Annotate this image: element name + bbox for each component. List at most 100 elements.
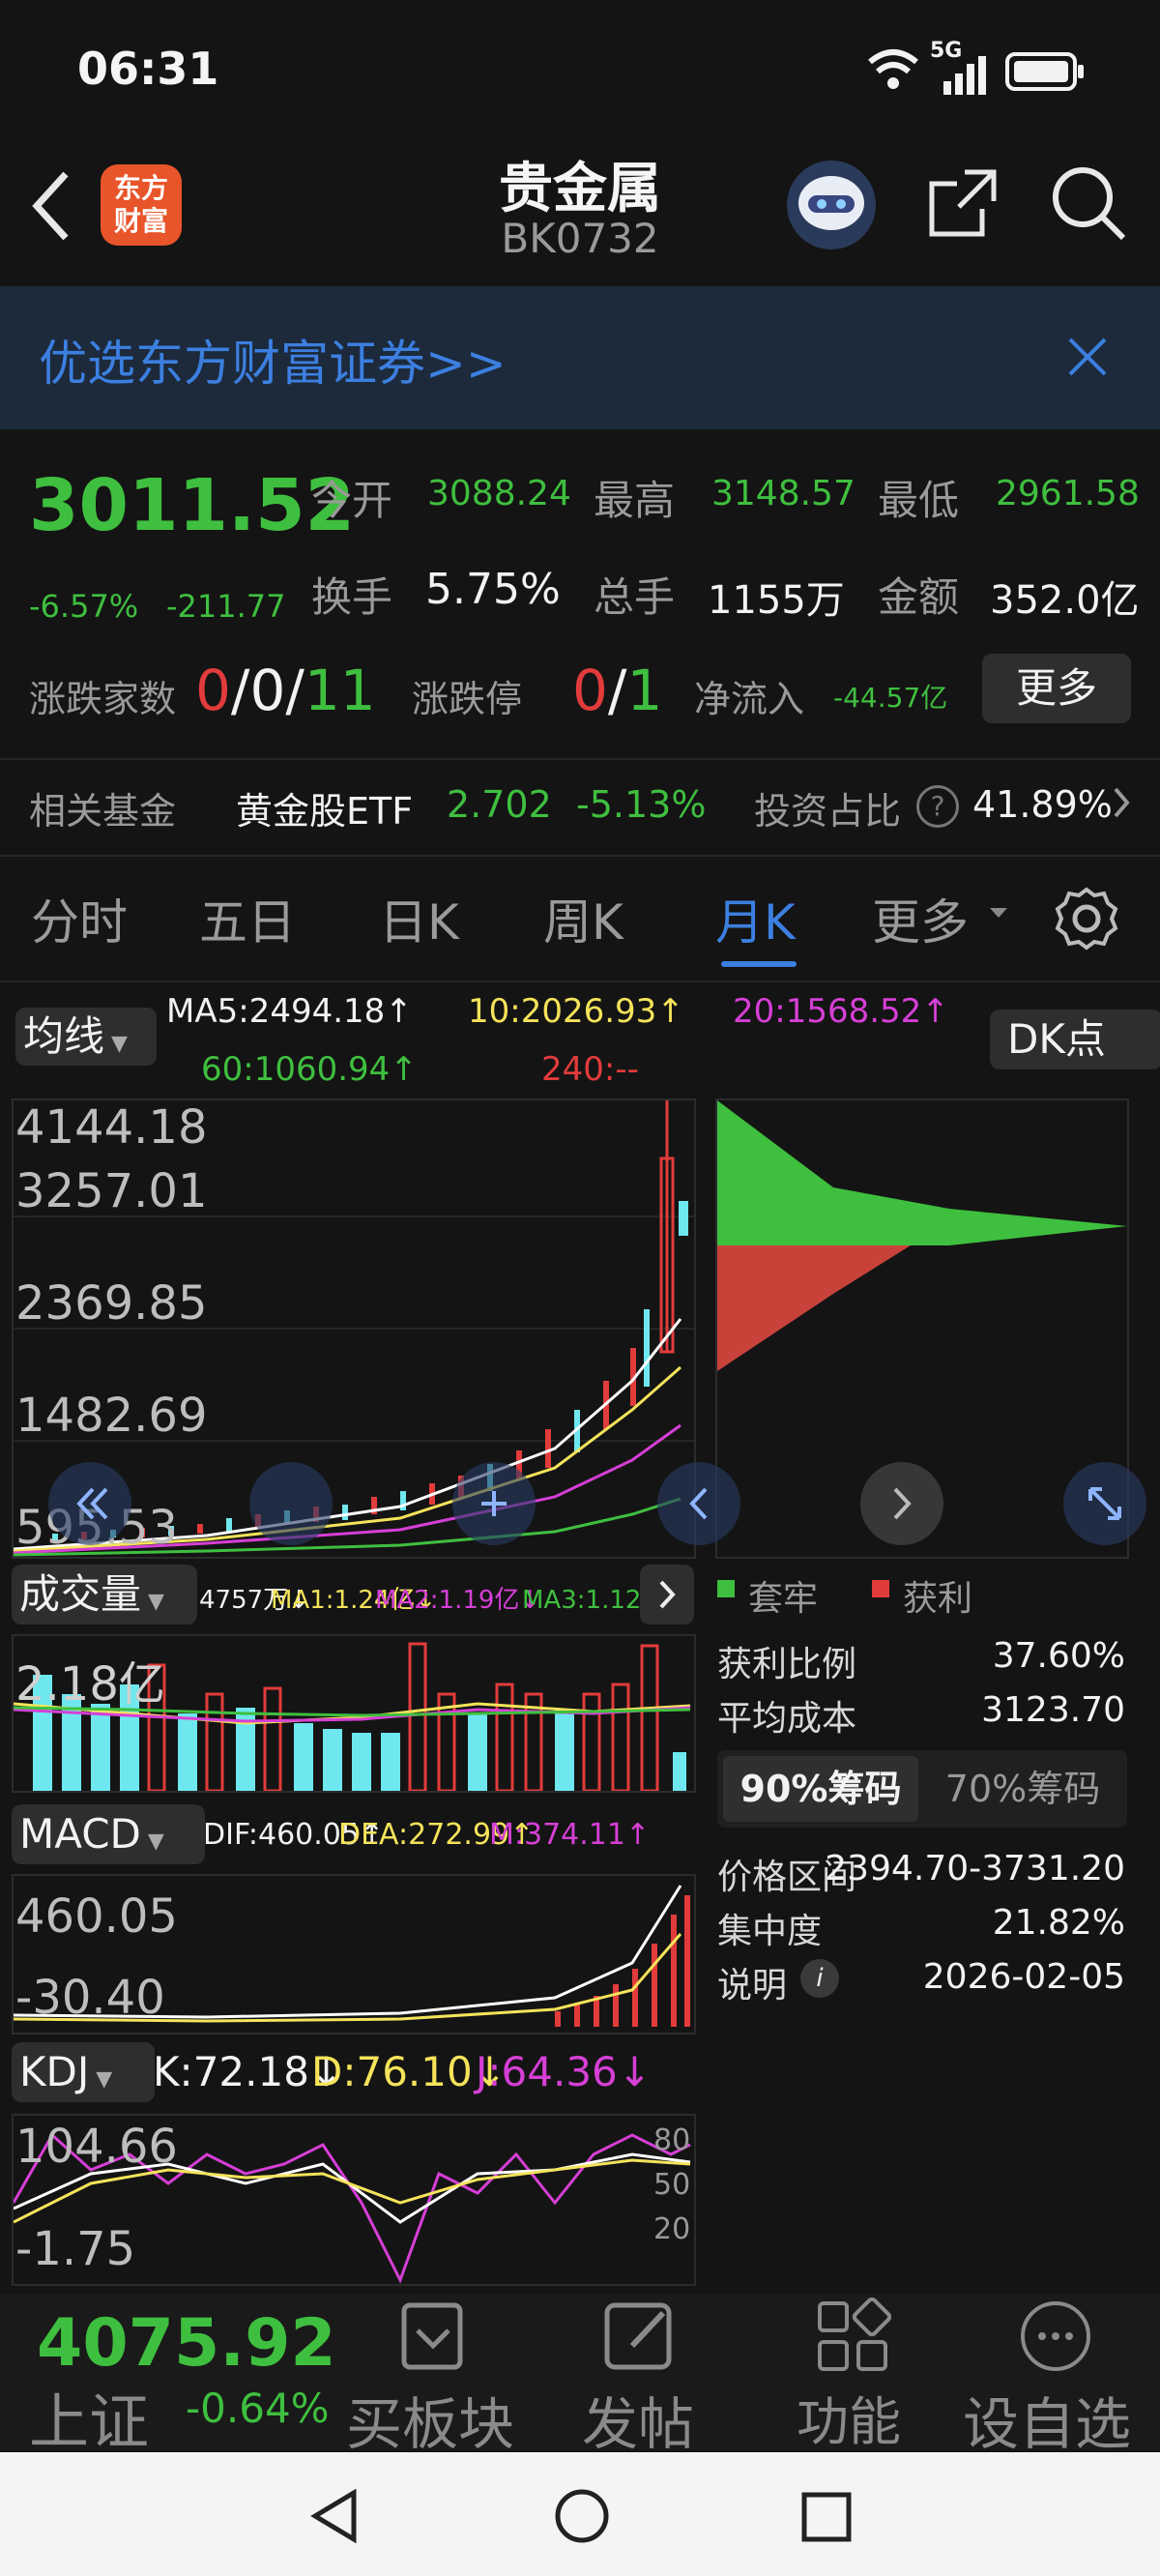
legend-trapped-swatch — [717, 1580, 735, 1597]
more-button[interactable]: 更多 — [982, 654, 1131, 723]
indicator-selector-ma[interactable]: 均线 ▼ — [15, 1008, 157, 1066]
functions-label[interactable]: 功能 — [797, 2379, 901, 2455]
wifi-icon — [866, 46, 920, 95]
chip-trapped-area — [717, 1245, 911, 1371]
related-fund-label: 相关基金 — [29, 790, 177, 833]
tab-five-day[interactable]: 五日 — [199, 884, 296, 953]
current-price: 3011.52 — [29, 464, 356, 547]
profit-ratio-value: 37.60% — [992, 1636, 1125, 1676]
nav-home-icon[interactable] — [553, 2487, 611, 2549]
expand-panel-button[interactable] — [640, 1565, 694, 1625]
chip-date: 2026-02-05 — [922, 1957, 1125, 1997]
more-dots-icon[interactable] — [1017, 2298, 1094, 2379]
functions-grid-icon[interactable] — [814, 2297, 892, 2379]
note-label: 说明 — [717, 1966, 788, 2005]
tab-more[interactable]: 更多 — [872, 884, 969, 953]
kdj-axis-bottom: -1.75 — [15, 2222, 136, 2276]
post-label[interactable]: 发帖 — [582, 2379, 694, 2460]
turnover-value: 5.75% — [425, 565, 561, 614]
open-label: 今开 — [311, 477, 393, 524]
kdj-level: 20 — [653, 2212, 691, 2246]
legend-profit-swatch — [872, 1580, 889, 1597]
low-value: 2961.58 — [996, 474, 1140, 513]
info-icon[interactable]: i — [800, 1959, 839, 1998]
limit-down-count: 1 — [626, 658, 663, 723]
change-value: -211.77 — [166, 588, 286, 625]
price-range-value: 2394.70-3731.20 — [825, 1849, 1125, 1888]
zoom-in-icon[interactable] — [452, 1462, 536, 1545]
active-tab-indicator — [721, 961, 797, 967]
ma-selector-label: 均线 — [23, 1012, 105, 1060]
ma10-value: 10:2026.93↑ — [468, 992, 684, 1031]
profit-ratio-label: 获利比例 — [717, 1645, 857, 1684]
chip-profit-area — [717, 1100, 1127, 1245]
nav-recents-icon[interactable] — [800, 2491, 853, 2547]
scroll-right-icon[interactable] — [860, 1462, 943, 1545]
post-edit-icon[interactable] — [599, 2296, 681, 2381]
kdj-j: J:64.36↓ — [476, 2048, 652, 2095]
help-icon[interactable]: ? — [916, 785, 959, 828]
index-value[interactable]: 4075.92 — [37, 2305, 336, 2382]
macd-axis-bottom: -30.40 — [15, 1971, 165, 2025]
indicator-selector-macd[interactable]: MACD ▼ — [12, 1804, 205, 1864]
add-watchlist-label[interactable]: 设自选 — [963, 2379, 1131, 2460]
legend-trapped-label: 套牢 — [748, 1579, 819, 1619]
investment-ratio-value: 41.89% — [972, 783, 1113, 826]
volume-selector-label: 成交量 — [19, 1570, 142, 1618]
chip-tab-70[interactable]: 70%筹码 — [926, 1756, 1119, 1822]
change-percent: -6.57% — [29, 588, 139, 625]
tab-monthly-k[interactable]: 月K — [715, 884, 796, 953]
concentration-label: 集中度 — [717, 1912, 823, 1951]
netflow-label: 净流入 — [694, 678, 805, 720]
buy-sector-label[interactable]: 买板块 — [346, 2379, 514, 2460]
scroll-left-fast-icon[interactable] — [48, 1462, 131, 1545]
high-value: 3148.57 — [711, 474, 856, 513]
ma60-value: 60:1060.94↑ — [201, 1050, 418, 1089]
robot-assistant-icon[interactable] — [787, 161, 876, 249]
index-name[interactable]: 上证 — [29, 2373, 149, 2460]
status-time: 06:31 — [77, 43, 219, 95]
tab-minute[interactable]: 分时 — [31, 884, 128, 953]
volume-value: 1155万 — [708, 578, 845, 623]
tab-daily-k[interactable]: 日K — [379, 884, 459, 953]
macd-m: M:374.11↑ — [489, 1818, 651, 1852]
promo-banner-text[interactable]: 优选东方财富证券>> — [39, 325, 507, 395]
close-icon[interactable] — [1067, 337, 1108, 381]
price-axis-tick: 3257.01 — [15, 1164, 208, 1218]
high-label: 最高 — [594, 477, 676, 524]
price-axis-tick: 1482.69 — [15, 1389, 208, 1443]
flat-count: 0 — [249, 658, 286, 723]
low-label: 最低 — [878, 477, 960, 524]
limit-label: 涨跌停 — [412, 678, 523, 720]
updown-count-label: 涨跌家数 — [29, 678, 177, 720]
macd-histogram — [555, 1895, 690, 2027]
indicator-selector-kdj[interactable]: KDJ ▼ — [12, 2042, 155, 2102]
ma5-value: MA5:2494.18↑ — [166, 992, 413, 1031]
fund-name[interactable]: 黄金股ETF — [236, 781, 413, 834]
investment-ratio-label: 投资占比 — [754, 790, 902, 833]
search-icon[interactable] — [1050, 164, 1127, 246]
ma20-value: 20:1568.52↑ — [733, 992, 949, 1031]
indicator-selector-volume[interactable]: 成交量 ▼ — [12, 1565, 197, 1625]
dk-point-button[interactable]: DK点 — [990, 1010, 1160, 1069]
concentration-value: 21.82% — [992, 1903, 1125, 1943]
avg-cost-label: 平均成本 — [717, 1699, 857, 1739]
nav-back-icon[interactable] — [307, 2487, 362, 2549]
volume-chart: 2.18亿 — [12, 1634, 696, 1793]
volume-ma2: MA2:1.19亿↓ — [375, 1586, 541, 1615]
zoom-out-icon[interactable] — [249, 1462, 333, 1545]
scroll-left-icon[interactable] — [657, 1462, 740, 1545]
share-icon[interactable] — [926, 166, 1000, 244]
settings-gear-icon[interactable] — [1054, 886, 1119, 955]
kdj-axis-top: 104.66 — [15, 2120, 178, 2174]
legend-profit-label: 获利 — [903, 1579, 973, 1619]
tab-weekly-k[interactable]: 周K — [543, 884, 624, 953]
index-change: -0.64% — [186, 2385, 330, 2432]
sector-trade-icon[interactable] — [387, 2296, 479, 2381]
price-axis-tick: 2369.85 — [15, 1276, 208, 1331]
fullscreen-icon[interactable] — [1063, 1462, 1146, 1545]
chip-tab-90[interactable]: 90%筹码 — [723, 1756, 918, 1822]
dropdown-arrow-icon[interactable] — [988, 905, 1009, 923]
chevron-right-icon[interactable] — [1112, 785, 1131, 824]
netflow-value: -44.57亿 — [833, 682, 948, 714]
